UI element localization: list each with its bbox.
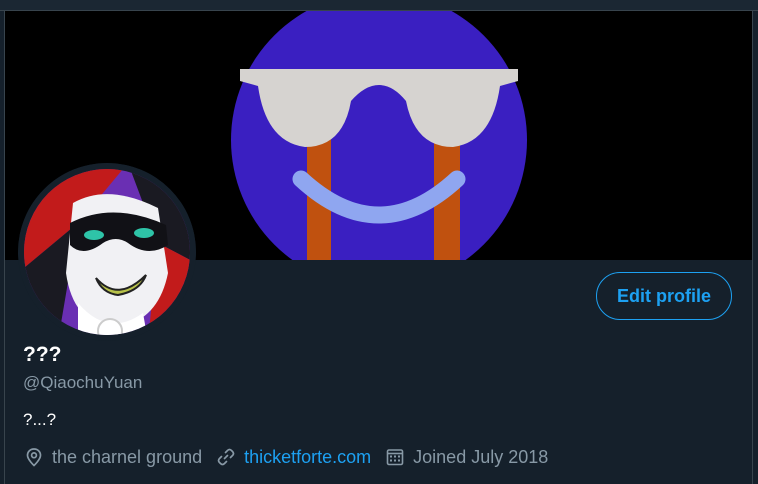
location-text: the charnel ground (52, 446, 203, 467)
user-handle: @QiaochuYuan (23, 373, 143, 392)
avatar-image (18, 163, 196, 341)
website-link[interactable]: thicketforte.com (244, 447, 371, 468)
edit-profile-button[interactable]: Edit profile (596, 272, 732, 320)
calendar-icon (386, 449, 404, 466)
location-pin-icon (26, 448, 42, 467)
column-border-right (752, 10, 753, 484)
profile-meta: the charnel ground thicketforte.com Join… (24, 445, 562, 469)
profile-bio: ?...? (23, 410, 57, 429)
website-item[interactable]: thicketforte.com (216, 447, 371, 468)
joined-item: Joined July 2018 (385, 447, 548, 468)
joined-text: Joined July 2018 (413, 446, 549, 467)
avatar[interactable] (18, 163, 196, 341)
location-item: the charnel ground (24, 447, 202, 468)
profile-page: Edit profile ??? @QiaochuYuan ?...? the … (0, 0, 758, 484)
link-icon (217, 448, 235, 466)
display-name: ??? (23, 343, 62, 366)
top-strip (0, 0, 758, 11)
